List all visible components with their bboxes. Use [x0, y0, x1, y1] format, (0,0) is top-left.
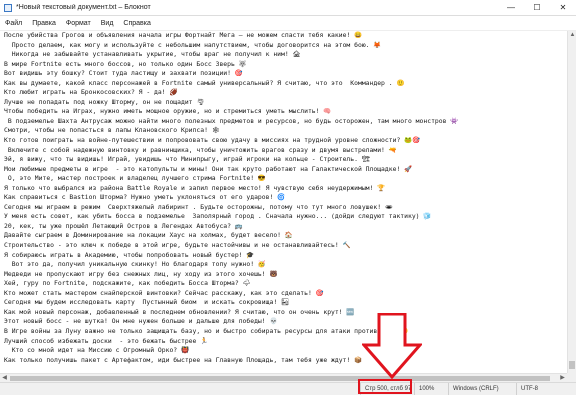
- text-line: Кто может стать мастером снайперской вин…: [4, 288, 324, 297]
- scrollbar-corner: [567, 373, 576, 382]
- text-line: Кто любит играть на Бронкосовских? Я - д…: [4, 88, 178, 97]
- text-line: Сегодня мы играем в режим Сверхтяжелый л…: [4, 202, 394, 211]
- text-line: 20, кек, ты уже прошёл Летающий Остров в…: [4, 221, 243, 230]
- minimize-button[interactable]: —: [498, 0, 524, 15]
- encoding: UTF-8: [516, 383, 538, 395]
- text-line: Как вы думаете, какой класс персонажей в…: [4, 78, 405, 87]
- scroll-up-arrow-icon[interactable]: ▲: [568, 31, 576, 40]
- text-line: Кто готов поиграть на войне-путешествии …: [4, 136, 421, 145]
- text-line: Вот видишь эту бошку? Стоит туда ластищу…: [4, 69, 243, 78]
- text-line: Никогда не забывайте устанавливать укрыт…: [4, 50, 301, 59]
- menu-view[interactable]: Вид: [101, 20, 114, 27]
- text-line: Кто со мной идет на Миссию с Огромный Ор…: [4, 346, 189, 355]
- text-line: Строительство - это ключ к победе в этой…: [4, 241, 351, 250]
- text-line: Я только что выбрался из района Battle R…: [4, 183, 386, 192]
- menu-file[interactable]: Файл: [5, 20, 22, 27]
- text-line: Этот новый босс - не шутка! Он мне нужен…: [4, 317, 278, 326]
- text-line: Лучший способ избежать доски - это бежат…: [4, 336, 209, 345]
- maximize-button[interactable]: ☐: [524, 0, 550, 15]
- text-editor-area[interactable]: После убийства Грогов и объявления начал…: [0, 31, 567, 373]
- vertical-scroll-thumb[interactable]: [569, 361, 575, 369]
- text-line: Просто делаем, как могу и используйте с …: [4, 40, 382, 49]
- text-line: Лучше не попадать под ножку Шторму, он н…: [4, 97, 205, 106]
- notepad-app-icon: [4, 3, 12, 12]
- line-ending: Windows (CRLF): [448, 383, 499, 395]
- horizontal-scroll-thumb[interactable]: [10, 376, 550, 381]
- text-line: У меня есть совет, как убить босса в под…: [4, 212, 432, 221]
- text-line: Включите с собой надежную винтовку и рав…: [4, 145, 397, 154]
- menu-bar: Файл Правка Формат Вид Справка: [0, 16, 576, 31]
- red-down-arrow-icon: [362, 313, 422, 379]
- text-line: Вот это да, получил уникальную скинку! Н…: [4, 260, 266, 269]
- text-line: Как мой новый персонаж, добавленный в по…: [4, 307, 355, 316]
- text-line: В мире Fortnite есть много боссов, но то…: [4, 59, 247, 68]
- title-bar: *Новый текстовый документ.txt – Блокнот …: [0, 0, 576, 16]
- status-bar: Стр 500, стлб 97 100% Windows (CRLF) UTF…: [0, 382, 576, 395]
- horizontal-scrollbar[interactable]: ◀ ▶: [0, 373, 567, 382]
- menu-help[interactable]: Справка: [123, 20, 150, 27]
- text-line: Сегодня мы будем исследовать карту Пусты…: [4, 298, 290, 307]
- zoom-level: 100%: [414, 383, 434, 395]
- text-line: Хей, гуру по Fortnite, подскажите, как п…: [4, 279, 251, 288]
- text-line: Как справиться с Bastion Шторма? Нужно у…: [4, 193, 286, 202]
- vertical-scrollbar[interactable]: ▲: [567, 31, 576, 373]
- text-line: Как только получишь пакет с Артефактом, …: [4, 355, 363, 364]
- text-line: О, это Мите, мастер построек и владелец …: [4, 174, 266, 183]
- cursor-position-highlight-box: [358, 379, 412, 394]
- close-button[interactable]: ✕: [550, 0, 576, 15]
- text-line: Чтобы победить на Играх, нужно иметь мощ…: [4, 107, 332, 116]
- text-line: Давайте сыграем в Доминирование на локац…: [4, 231, 293, 240]
- menu-format[interactable]: Формат: [66, 20, 91, 27]
- window-title: *Новый текстовый документ.txt – Блокнот: [16, 4, 151, 11]
- text-line: Смотри, чтобы не попасться в лапы Кланов…: [4, 126, 220, 135]
- text-line: Эй, я вижу, что ты видишь! Играй, увидиш…: [4, 155, 370, 164]
- window-controls: — ☐ ✕: [498, 0, 576, 15]
- text-line: Мои любимые предметы в игре - это катопу…: [4, 164, 413, 173]
- text-line: Я собираюсь играть в Академию, чтобы поп…: [4, 250, 255, 259]
- menu-edit[interactable]: Правка: [32, 20, 56, 27]
- text-line: В подземелье Шахта Антрусаж можно найти …: [4, 116, 459, 125]
- text-line: В Игре войны за Луну важно не только защ…: [4, 326, 409, 335]
- text-line: Медведи не пропускают игру без снежных л…: [4, 269, 278, 278]
- text-line: После убийства Грогов и объявления начал…: [4, 31, 363, 39]
